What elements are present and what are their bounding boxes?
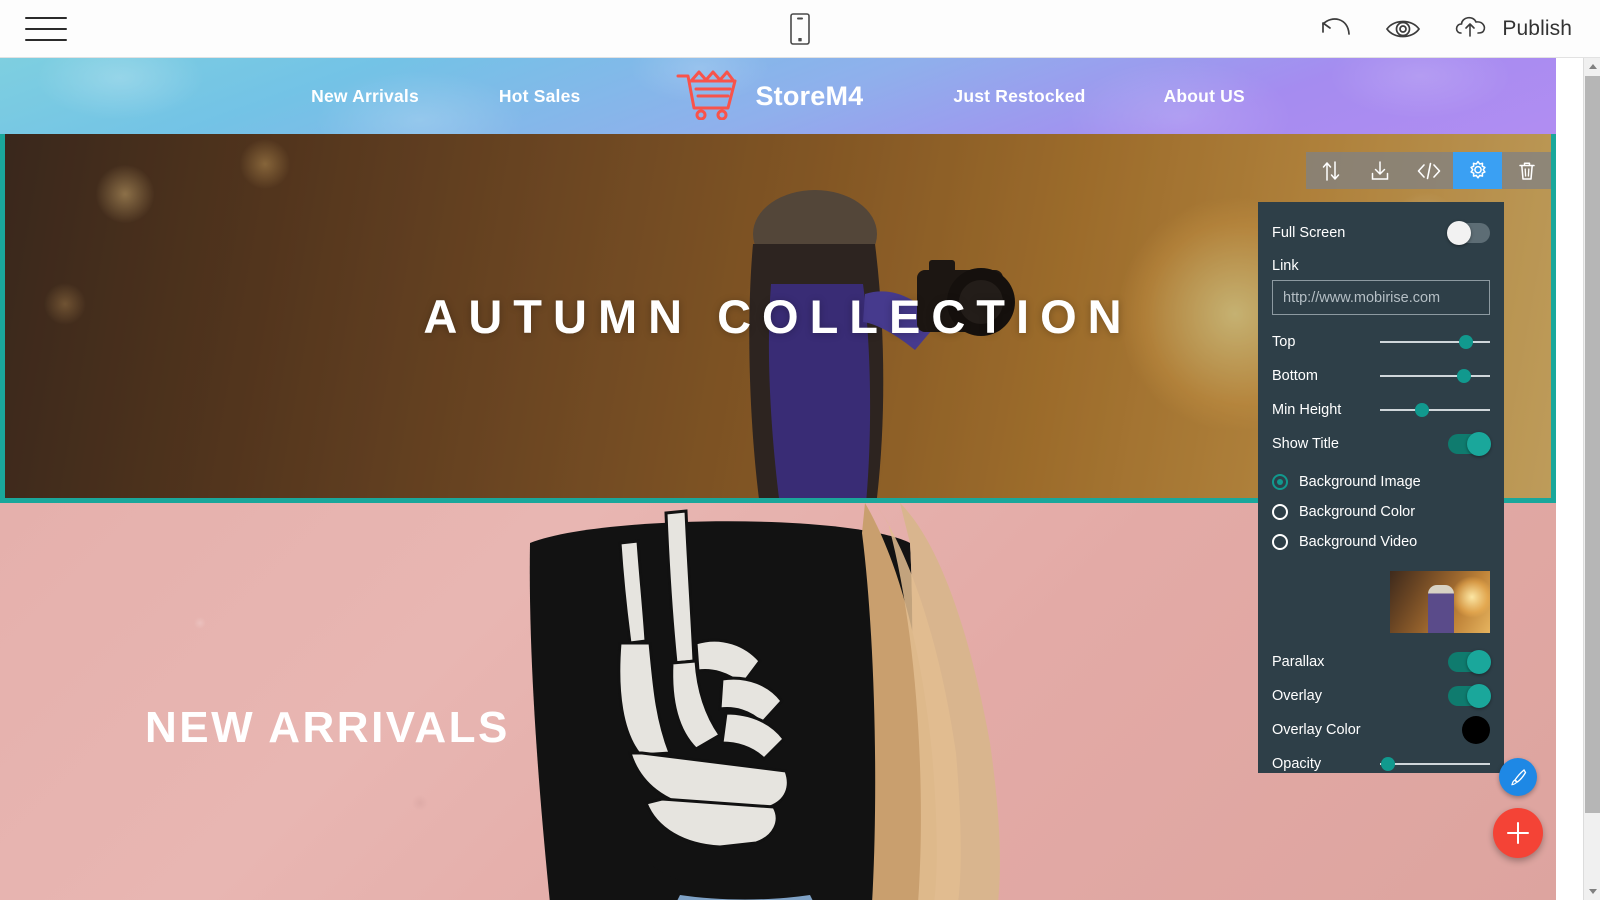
scrollbar-thumb[interactable] bbox=[1585, 76, 1600, 813]
toggle-knob bbox=[1467, 432, 1491, 456]
hamburger-line bbox=[25, 16, 67, 19]
trash-icon[interactable] bbox=[1502, 152, 1551, 189]
radio-background-color[interactable]: Background Color bbox=[1272, 497, 1490, 527]
section-settings-panel: Full Screen Link Top Bottom Min Height S… bbox=[1258, 202, 1504, 773]
arrow-glyph bbox=[1588, 889, 1597, 894]
slider-thumb[interactable] bbox=[1381, 757, 1396, 771]
slider-thumb[interactable] bbox=[1415, 403, 1430, 417]
hamburger-line bbox=[25, 38, 67, 41]
slider-track bbox=[1380, 341, 1490, 343]
publish-button[interactable]: Publish bbox=[1452, 12, 1572, 47]
download-icon[interactable] bbox=[1355, 152, 1404, 189]
brand-name: StoreM4 bbox=[755, 80, 864, 111]
setting-parallax: Parallax bbox=[1272, 645, 1491, 679]
radio-background-video[interactable]: Background Video bbox=[1272, 527, 1490, 557]
overlay-color-swatch[interactable] bbox=[1462, 716, 1490, 744]
slider-track bbox=[1380, 763, 1490, 765]
slider-thumb[interactable] bbox=[1459, 335, 1474, 349]
nav-link-about-us[interactable]: About US bbox=[1164, 86, 1245, 107]
full-screen-toggle[interactable] bbox=[1447, 221, 1490, 245]
undo-arrow-icon[interactable] bbox=[1318, 15, 1354, 43]
link-input[interactable] bbox=[1272, 280, 1490, 315]
nav-link-new-arrivals[interactable]: New Arrivals bbox=[311, 86, 419, 107]
site-navbar: New Arrivals Hot Sales StoreM4 Just Rest… bbox=[0, 58, 1556, 134]
slider-track bbox=[1380, 409, 1490, 411]
bottom-label: Bottom bbox=[1272, 368, 1318, 384]
slider-track bbox=[1380, 375, 1490, 377]
eye-preview-icon[interactable] bbox=[1384, 15, 1422, 43]
cloud-upload-icon bbox=[1452, 12, 1492, 47]
thumbnail-row bbox=[1272, 571, 1490, 633]
toggle-knob bbox=[1467, 684, 1491, 708]
app-toolbar: Publish bbox=[0, 0, 1600, 58]
overlay-color-label: Overlay Color bbox=[1272, 722, 1361, 738]
background-video-label: Background Video bbox=[1299, 534, 1418, 550]
bottom-slider[interactable] bbox=[1380, 366, 1490, 386]
top-label: Top bbox=[1272, 334, 1296, 350]
arrivals-title: NEW ARRIVALS bbox=[145, 703, 510, 752]
parallax-label: Parallax bbox=[1272, 654, 1325, 670]
nav-link-hot-sales[interactable]: Hot Sales bbox=[499, 86, 581, 107]
overlay-label: Overlay bbox=[1272, 688, 1322, 704]
background-image-label: Background Image bbox=[1299, 474, 1421, 490]
setting-bottom: Bottom bbox=[1272, 359, 1490, 393]
app-toolbar-actions: Publish bbox=[1318, 0, 1572, 58]
full-screen-label: Full Screen bbox=[1272, 225, 1346, 241]
mobile-device-icon[interactable] bbox=[783, 9, 817, 49]
toggle-knob bbox=[1447, 221, 1471, 245]
radio-indicator bbox=[1272, 534, 1288, 550]
scroll-up-arrow[interactable] bbox=[1584, 58, 1600, 75]
arrivals-model-photo bbox=[529, 503, 1000, 900]
show-title-label: Show Title bbox=[1272, 436, 1339, 452]
arrow-glyph bbox=[1588, 64, 1597, 69]
thumbnail-figure bbox=[1428, 585, 1454, 633]
move-updown-icon[interactable] bbox=[1306, 152, 1355, 189]
link-label: Link bbox=[1272, 258, 1299, 274]
scroll-down-arrow[interactable] bbox=[1584, 883, 1600, 900]
nav-links-left: New Arrivals Hot Sales bbox=[311, 86, 580, 107]
vertical-scrollbar[interactable] bbox=[1583, 58, 1600, 900]
radio-background-image[interactable]: Background Image bbox=[1272, 467, 1490, 497]
opacity-label: Opacity bbox=[1272, 756, 1322, 772]
setting-min-height: Min Height bbox=[1272, 393, 1490, 427]
parallax-toggle[interactable] bbox=[1448, 650, 1491, 674]
shopping-cart-icon bbox=[675, 68, 739, 125]
min-height-label: Min Height bbox=[1272, 402, 1342, 418]
gear-icon[interactable] bbox=[1453, 152, 1502, 189]
site-brand[interactable]: StoreM4 bbox=[675, 68, 863, 125]
setting-show-title: Show Title bbox=[1272, 427, 1491, 461]
show-title-toggle[interactable] bbox=[1448, 432, 1491, 456]
opacity-slider[interactable] bbox=[1380, 754, 1490, 774]
slider-thumb[interactable] bbox=[1457, 369, 1471, 383]
toggle-knob bbox=[1467, 650, 1491, 674]
hamburger-line bbox=[25, 27, 67, 30]
nav-link-just-restocked[interactable]: Just Restocked bbox=[953, 86, 1085, 107]
publish-label: Publish bbox=[1502, 17, 1572, 40]
code-icon[interactable] bbox=[1404, 152, 1453, 189]
background-type-options: Background Image Background Color Backgr… bbox=[1272, 467, 1490, 557]
setting-opacity: Opacity bbox=[1272, 747, 1490, 781]
overlay-toggle[interactable] bbox=[1448, 684, 1491, 708]
background-image-thumbnail[interactable] bbox=[1390, 571, 1490, 633]
setting-overlay-color: Overlay Color bbox=[1272, 713, 1490, 747]
hamburger-menu-icon[interactable] bbox=[25, 13, 67, 45]
paintbrush-icon[interactable] bbox=[1499, 758, 1537, 796]
radio-indicator bbox=[1272, 504, 1288, 520]
setting-full-screen: Full Screen bbox=[1272, 216, 1490, 250]
plus-icon[interactable] bbox=[1493, 808, 1543, 858]
nav-links-right: Just Restocked About US bbox=[953, 86, 1244, 107]
radio-indicator bbox=[1272, 474, 1288, 490]
min-height-slider[interactable] bbox=[1380, 400, 1490, 420]
top-slider[interactable] bbox=[1380, 332, 1490, 352]
element-toolbar bbox=[1306, 152, 1551, 189]
setting-overlay: Overlay bbox=[1272, 679, 1491, 713]
background-color-label: Background Color bbox=[1299, 504, 1416, 520]
setting-top: Top bbox=[1272, 325, 1490, 359]
